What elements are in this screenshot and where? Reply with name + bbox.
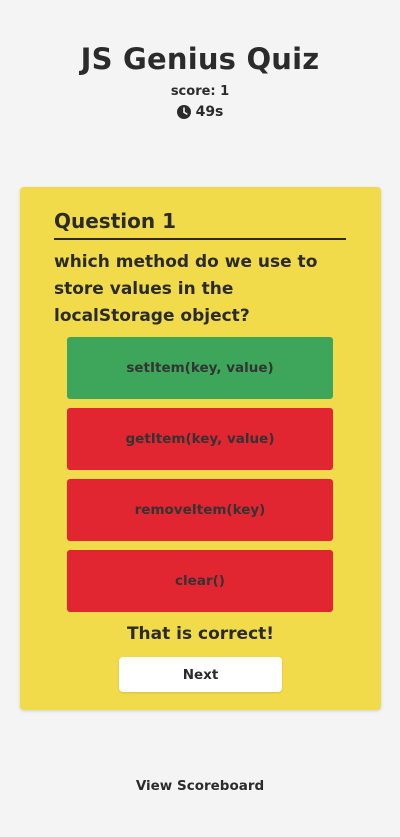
view-scoreboard-link[interactable]: View Scoreboard [0,778,400,794]
next-button[interactable]: Next [119,657,282,692]
timer-display: 49s [0,104,400,120]
question-text: which method do we use to store values i… [54,252,318,326]
answer-option-4[interactable]: clear() [67,550,333,612]
timer-value: 49s [195,104,224,120]
answer-option-1[interactable]: setItem(key, value) [67,337,333,399]
answer-option-3[interactable]: removeItem(key) [67,479,333,541]
answer-option-2[interactable]: getItem(key, value) [67,408,333,470]
page-title: JS Genius Quiz [80,42,320,76]
question-heading: Question 1 [54,209,346,240]
score-display: score: 1 [170,84,230,99]
feedback-message: That is correct! [126,624,275,644]
clock-icon [176,105,191,119]
question-card: Question 1 which method do we use to sto… [20,187,381,710]
